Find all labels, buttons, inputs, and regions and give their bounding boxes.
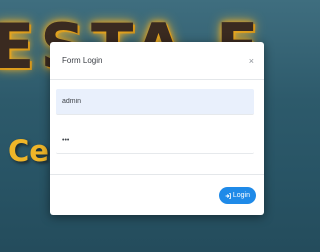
close-icon[interactable]: ×	[249, 56, 254, 66]
modal-title: Form Login	[62, 56, 103, 65]
password-input[interactable]	[56, 128, 254, 154]
login-modal: Form Login × Login	[50, 42, 264, 215]
login-button-label: Login	[232, 192, 250, 199]
modal-header: Form Login ×	[50, 42, 264, 80]
modal-footer: Login	[50, 174, 264, 215]
login-button[interactable]: Login	[218, 187, 256, 204]
username-input[interactable]	[56, 89, 254, 115]
modal-body	[50, 80, 264, 154]
sign-in-icon	[225, 192, 231, 199]
